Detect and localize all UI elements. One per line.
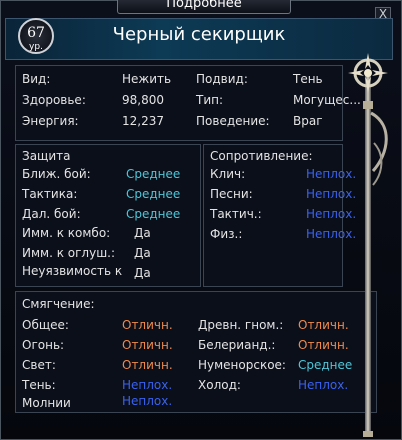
mitigation-row-label: Нуменорское:	[198, 358, 286, 372]
mitigation-row-label: Огонь:	[22, 338, 65, 352]
health-label: Здоровье:	[22, 93, 86, 107]
defense-row-label: Дал. бой:	[22, 207, 81, 221]
mitigation-row-value: Отличн.	[122, 318, 173, 332]
energy-label: Энергия:	[22, 114, 79, 128]
behavior-label: Поведение:	[196, 114, 270, 128]
health-value: 98,800	[122, 93, 164, 107]
mitigation-title: Смягчение:	[22, 297, 95, 311]
resistance-row-label: Клич:	[210, 167, 246, 181]
info-panel: Вид: Нежить Подвид: Тень Здоровье: 98,80…	[15, 65, 361, 141]
monster-name: Черный секирщик	[112, 24, 286, 45]
mitigation-row-value: Неплох.	[298, 378, 349, 392]
resistance-panel: Сопротивление: Клич: Неплох. Песни: Непл…	[203, 144, 356, 287]
mitigation-row-value: Отличн.	[298, 318, 349, 332]
defense-row-value: Среднее	[126, 187, 181, 201]
defense-panel: Защита Ближ. бой: Среднее Тактика: Средн…	[15, 144, 201, 287]
mitigation-row-label: Древн. гном.:	[198, 318, 284, 332]
defense-row-label: Ближ. бой:	[22, 167, 91, 181]
mitigation-row-value: Отличн.	[122, 338, 173, 352]
staff-ornament-icon	[348, 53, 388, 437]
defense-row-value: Среднее	[126, 207, 181, 221]
defense-row-value: Да	[134, 226, 151, 240]
mitigation-row-value: Отличн.	[298, 338, 349, 352]
defense-row-label: Имм. к оглуш.:	[22, 246, 116, 260]
subkind-value: Тень	[293, 72, 323, 86]
mitigation-row-label: Белерианд.:	[198, 338, 276, 352]
defense-row-value: Да	[134, 246, 151, 260]
defense-row-value: Да	[134, 266, 151, 280]
mitigation-row-value: Неплох.	[122, 394, 173, 408]
mitigation-row-label: Тень:	[22, 378, 56, 392]
defense-row-label: Имм. к комбо:	[22, 226, 111, 240]
mitigation-row-value: Отличн.	[122, 358, 173, 372]
kind-label: Вид:	[22, 72, 51, 86]
resistance-row-label: Песни:	[210, 187, 253, 201]
mitigation-row-label: Холод:	[198, 378, 241, 392]
kind-value: Нежить	[122, 72, 172, 86]
behavior-value: Враг	[293, 114, 323, 128]
header-bar: Черный секирщик	[5, 18, 393, 60]
window-title: Подробнее	[117, 0, 291, 14]
defense-title: Защита	[22, 149, 71, 163]
mitigation-row-label: Свет:	[22, 358, 56, 372]
resistance-title: Сопротивление:	[210, 149, 313, 163]
energy-value: 12,237	[122, 114, 164, 128]
mitigation-row-label: Общее:	[22, 318, 69, 332]
level-label: ур.	[29, 42, 43, 52]
level-badge: 67 ур.	[18, 18, 54, 54]
type-label: Тип:	[196, 93, 224, 107]
level-number: 67	[27, 25, 45, 41]
subkind-label: Подвид:	[196, 72, 248, 86]
resistance-row-label: Физ.:	[210, 227, 243, 241]
defense-row-label: Неуязвимость к	[22, 264, 123, 278]
mitigation-row-value: Неплох.	[122, 378, 173, 392]
defense-row-value: Среднее	[126, 167, 181, 181]
mitigation-panel: Смягчение: Общее: Отличн. Огонь: Отличн.…	[15, 291, 377, 413]
defense-row-label: Тактика:	[22, 187, 78, 201]
details-window: Подробнее X Черный секирщик 67 ур. Вид: …	[0, 0, 402, 440]
mitigation-row-label: Молнии	[22, 396, 71, 410]
resistance-row-label: Тактич.:	[210, 207, 262, 221]
